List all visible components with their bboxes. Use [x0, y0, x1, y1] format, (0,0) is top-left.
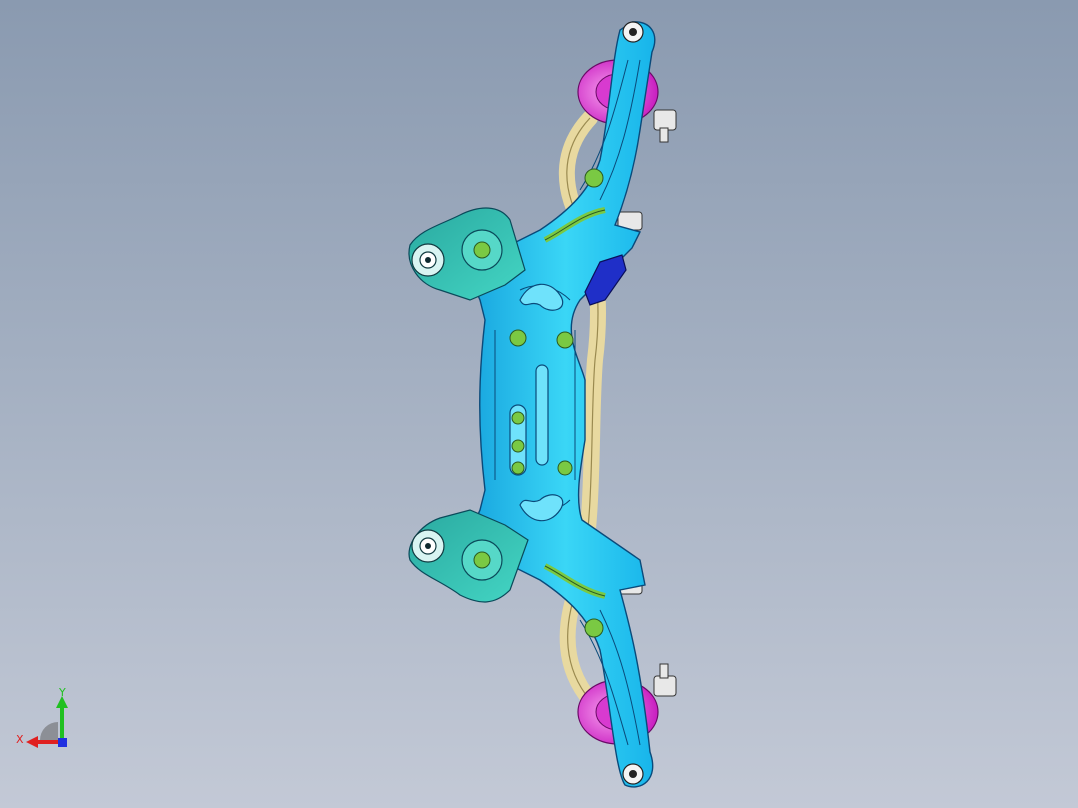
subframe-3d-model[interactable] — [0, 0, 1078, 808]
mount-boss-top — [461, 229, 503, 271]
front-bushing-top — [411, 243, 445, 277]
axis-y-label: Y — [59, 686, 66, 699]
arm-end-bottom — [622, 763, 644, 785]
mount-boss-bottom — [461, 539, 503, 581]
front-bushing-bottom — [411, 529, 445, 563]
arm-end-top — [622, 21, 644, 43]
axis-x-label: X — [16, 733, 24, 746]
graphics-viewport[interactable]: Y X — [0, 0, 1078, 808]
